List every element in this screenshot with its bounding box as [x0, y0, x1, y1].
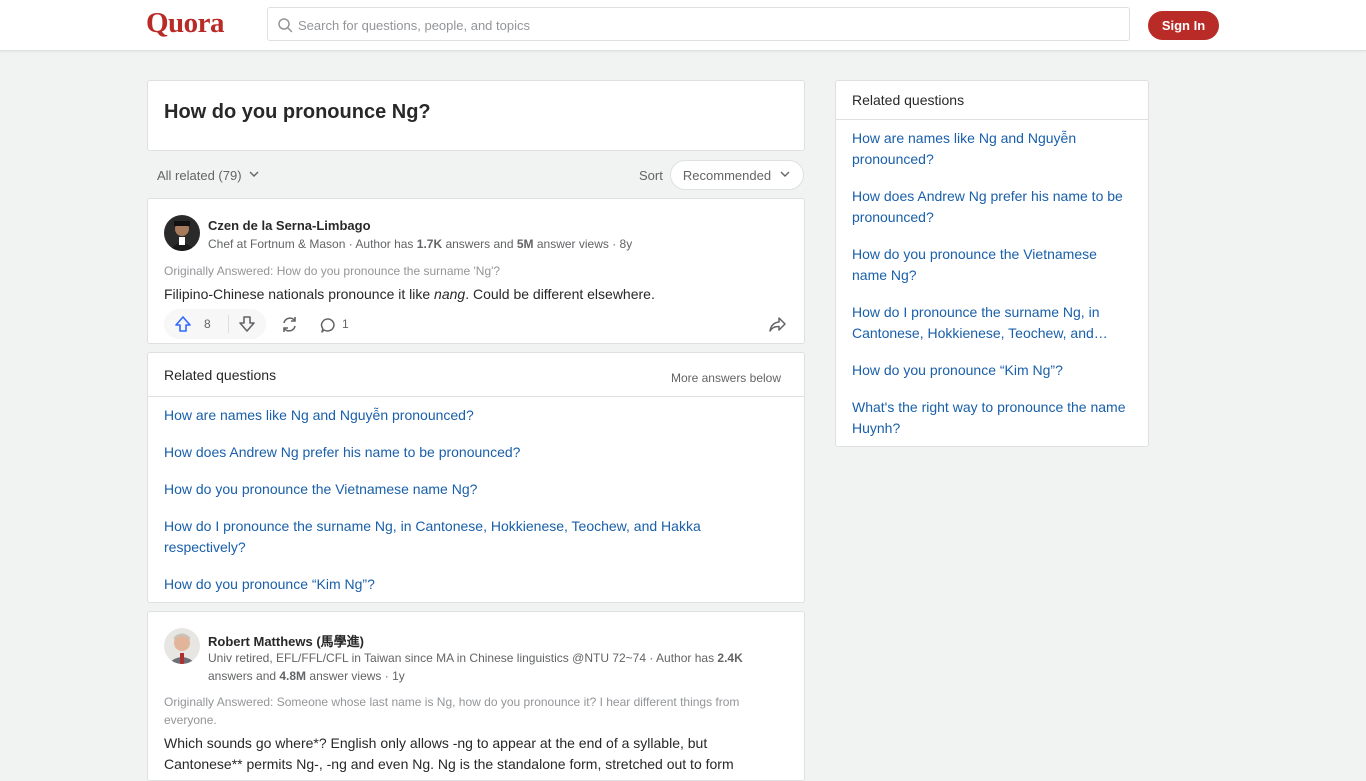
quora-logo[interactable]: Quora	[146, 7, 225, 40]
author-credential: Univ retired, EFL/FFL/CFL in Taiwan sinc…	[208, 651, 743, 683]
sort-label: Sort	[639, 168, 663, 183]
chevron-down-icon	[248, 168, 260, 183]
answer-card: Robert Matthews (馬學進) Univ retired, EFL/…	[147, 611, 805, 781]
sign-in-button[interactable]: Sign In	[1148, 11, 1219, 40]
sidebar-question-link[interactable]: What's the right way to pronounce the na…	[852, 397, 1132, 439]
search-box[interactable]	[267, 7, 1130, 42]
sidebar-related-questions: Related questions How are names like Ng …	[835, 80, 1149, 447]
chevron-down-icon	[779, 168, 791, 183]
search-icon	[277, 17, 293, 38]
share-icon[interactable]	[768, 315, 787, 339]
sidebar-question-link[interactable]: How are names like Ng and Nguyễn pronoun…	[852, 128, 1132, 170]
question-card: How do you pronounce Ng?	[147, 80, 805, 151]
upvote-icon[interactable]	[174, 315, 192, 338]
related-question-link[interactable]: How do you pronounce the Vietnamese name…	[164, 479, 477, 500]
top-header: Quora Sign In	[0, 0, 1366, 51]
related-question-link[interactable]: How do I pronounce the surname Ng, in Ca…	[164, 516, 744, 558]
downvote-icon[interactable]	[238, 315, 256, 338]
more-answers-below[interactable]: More answers below	[671, 371, 781, 385]
related-question-link[interactable]: How do you pronounce “Kim Ng”?	[164, 574, 375, 595]
sort-dropdown[interactable]: Recommended	[670, 160, 804, 190]
avatar[interactable]	[164, 215, 200, 251]
divider	[836, 119, 1148, 120]
sidebar-question-link[interactable]: How do you pronounce “Kim Ng”?	[852, 360, 1132, 381]
sidebar-question-link[interactable]: How do I pronounce the surname Ng, in Ca…	[852, 302, 1132, 344]
divider	[148, 396, 804, 397]
upvote-count: 8	[204, 317, 211, 331]
sidebar-question-link[interactable]: How do you pronounce the Vietnamese name…	[852, 244, 1132, 286]
comment-count: 1	[342, 317, 349, 331]
inline-related-questions: Related questions More answers below How…	[147, 352, 805, 603]
author-credential: Chef at Fortnum & Mason · Author has 1.7…	[208, 237, 633, 251]
search-input[interactable]	[296, 8, 1120, 42]
question-title: How do you pronounce Ng?	[164, 101, 431, 123]
originally-answered[interactable]: Originally Answered: How do you pronounc…	[164, 262, 500, 280]
vote-pill: 8	[164, 309, 266, 339]
answer-card: Czen de la Serna-Limbago Chef at Fortnum…	[147, 198, 805, 344]
related-heading: Related questions	[164, 367, 277, 383]
filter-row: All related (79) Sort Recommended	[147, 160, 805, 190]
all-related-dropdown[interactable]: All related (79)	[157, 168, 260, 183]
related-question-link[interactable]: How does Andrew Ng prefer his name to be…	[164, 442, 520, 463]
answer-text: Filipino-Chinese nationals pronounce it …	[164, 286, 655, 302]
avatar[interactable]	[164, 628, 200, 664]
answer-text: Which sounds go where*? English only all…	[164, 735, 734, 772]
vote-divider	[228, 315, 229, 333]
related-question-link[interactable]: How are names like Ng and Nguyễn pronoun…	[164, 405, 474, 426]
share-reshare-icon[interactable]	[280, 315, 299, 339]
originally-answered[interactable]: Originally Answered: Someone whose last …	[164, 693, 794, 729]
sidebar-related-heading: Related questions	[852, 92, 965, 108]
sidebar-question-link[interactable]: How does Andrew Ng prefer his name to be…	[852, 186, 1132, 228]
comment-icon[interactable]	[320, 317, 337, 339]
author-name[interactable]: Robert Matthews (馬學進)	[208, 631, 364, 650]
sort-value: Recommended	[682, 167, 772, 183]
all-related-label: All related (79)	[157, 168, 242, 183]
author-name[interactable]: Czen de la Serna-Limbago	[208, 218, 371, 233]
